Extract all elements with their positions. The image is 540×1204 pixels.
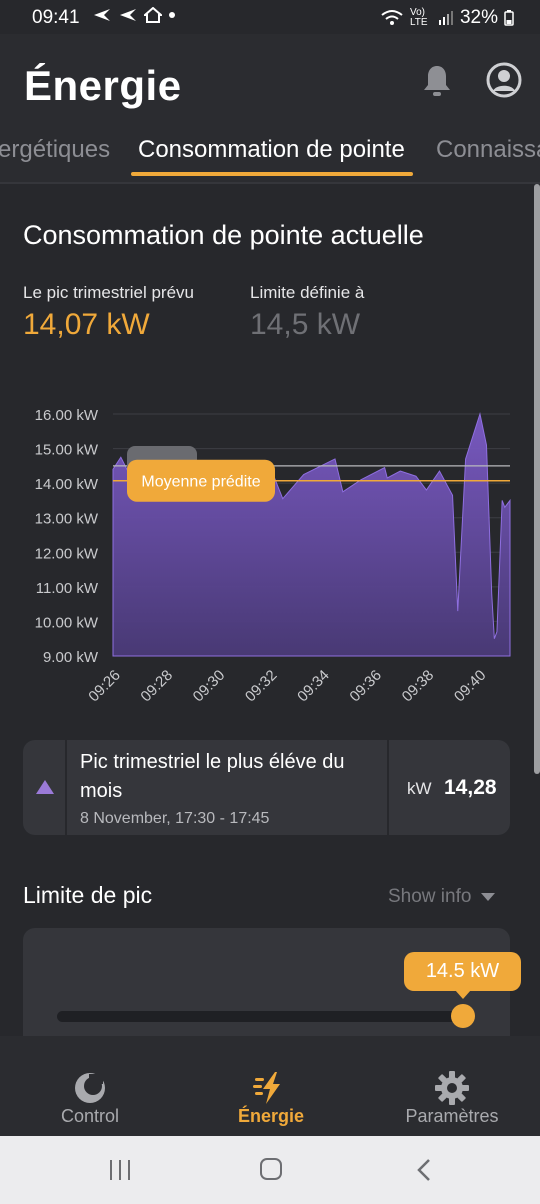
tab-consommation-de-pointe[interactable]: Consommation de pointe bbox=[138, 136, 405, 164]
x-tick-label: 09:30 bbox=[190, 667, 229, 706]
recent-apps-icon[interactable] bbox=[108, 1160, 132, 1180]
card-unit: kW bbox=[407, 779, 432, 798]
nav-parametres[interactable]: Paramètres bbox=[362, 1036, 540, 1136]
back-icon[interactable] bbox=[416, 1158, 432, 1182]
nav-energie[interactable]: Énergie bbox=[181, 1036, 361, 1136]
nav-label: Control bbox=[60, 1106, 120, 1126]
y-tick-label: 9.00 kW bbox=[43, 649, 99, 666]
card-date: 8 November, 17:30 - 17:45 bbox=[80, 810, 270, 827]
gear-icon bbox=[435, 1071, 469, 1105]
home-assistant-icon bbox=[144, 7, 162, 23]
main-content: Consommation de pointe actuelle Le pic t… bbox=[0, 184, 540, 1036]
y-tick-label: 14.00 kW bbox=[35, 476, 99, 493]
highest-peak-card[interactable]: Pic trimestriel le plus éléve du mois 8 … bbox=[23, 740, 510, 835]
predicted-peak-value: 14,07 kW bbox=[23, 308, 150, 341]
y-tick-label: 16.00 kW bbox=[35, 407, 99, 424]
network-type: Vo) LTE bbox=[409, 7, 428, 28]
peak-limit-card: 14.5 kW bbox=[23, 928, 521, 1036]
bottom-navigation: Control Énergie Paramètres bbox=[0, 1036, 540, 1136]
page-title: Énergie bbox=[24, 62, 182, 109]
y-tick-label: 15.00 kW bbox=[35, 442, 99, 459]
limit-value: 14,5 kW bbox=[250, 308, 361, 341]
card-value-cell: kW 14,28 bbox=[387, 740, 510, 835]
peak-limit-title: Limite de pic bbox=[23, 882, 153, 908]
limit-label: Limite définie à bbox=[250, 283, 365, 302]
tab-energetiques[interactable]: ergétiques bbox=[0, 136, 110, 164]
signal-icon bbox=[438, 11, 453, 25]
status-time: 09:41 bbox=[32, 7, 80, 28]
show-info-label: Show info bbox=[388, 886, 472, 907]
predicted-average-label: Moyenne prédite bbox=[141, 474, 260, 491]
card-value: 14,28 bbox=[444, 776, 497, 799]
notification-icons bbox=[92, 7, 176, 23]
bell-icon[interactable] bbox=[422, 64, 452, 98]
triangle-up-icon bbox=[36, 780, 54, 794]
nav-control[interactable]: Control bbox=[0, 1036, 180, 1136]
slider-value-tooltip: 14.5 kW bbox=[404, 952, 521, 999]
x-tick-label: 09:28 bbox=[137, 667, 176, 706]
nav-label: Paramètres bbox=[405, 1106, 499, 1126]
x-tick-label: 09:40 bbox=[451, 667, 490, 706]
y-tick-label: 13.00 kW bbox=[35, 511, 99, 528]
lightning-icon bbox=[253, 1072, 280, 1104]
section-title: Consommation de pointe actuelle bbox=[23, 220, 424, 250]
card-title: Pic trimestriel le plus éléve du mois bbox=[80, 751, 345, 802]
chevron-down-icon bbox=[481, 893, 496, 901]
x-tick-label: 09:32 bbox=[242, 667, 281, 706]
system-navigation-bar bbox=[0, 1136, 540, 1204]
slider-thumb[interactable] bbox=[451, 1004, 475, 1028]
y-tick-label: 11.00 kW bbox=[36, 580, 99, 597]
battery-icon bbox=[504, 10, 514, 26]
power-icon bbox=[75, 1073, 105, 1103]
y-tick-label: 12.00 kW bbox=[35, 545, 99, 562]
x-tick-label: 09:36 bbox=[346, 667, 385, 706]
card-icon-cell bbox=[23, 740, 67, 835]
nav-label: Énergie bbox=[237, 1106, 305, 1126]
notification-arrow-icon bbox=[94, 9, 110, 21]
app-header: Énergie ergétiques Consommation de point… bbox=[0, 34, 540, 184]
status-bar: 09:41 Vo) LTE 32% bbox=[0, 0, 540, 34]
notification-arrow-icon bbox=[120, 9, 136, 21]
x-tick-label: 09:38 bbox=[399, 667, 438, 706]
dot-icon bbox=[169, 12, 175, 18]
x-tick-label: 09:34 bbox=[294, 667, 333, 706]
slider-track[interactable] bbox=[57, 1011, 467, 1022]
consumption-chart: 16.00 kW 15.00 kW 14.00 kW 13.00 kW 12.00 kW… bbox=[35, 407, 511, 706]
predicted-peak-label: Le pic trimestriel prévu bbox=[23, 283, 195, 302]
show-info-toggle[interactable]: Show info bbox=[388, 886, 496, 908]
scrollbar[interactable] bbox=[534, 184, 540, 774]
y-tick-label: 10.00 kW bbox=[35, 614, 99, 631]
tab-connaissances[interactable]: Connaissa bbox=[436, 136, 540, 164]
status-right: Vo) LTE 32% bbox=[380, 7, 514, 29]
x-tick-label: 09:26 bbox=[85, 667, 124, 706]
active-tab-indicator bbox=[131, 172, 413, 176]
battery-percent: 32% bbox=[459, 7, 498, 28]
wifi-icon bbox=[381, 10, 403, 25]
card-main: Pic trimestriel le plus éléve du mois 8 … bbox=[80, 748, 380, 828]
account-icon[interactable] bbox=[486, 62, 522, 98]
home-icon[interactable] bbox=[260, 1158, 282, 1180]
